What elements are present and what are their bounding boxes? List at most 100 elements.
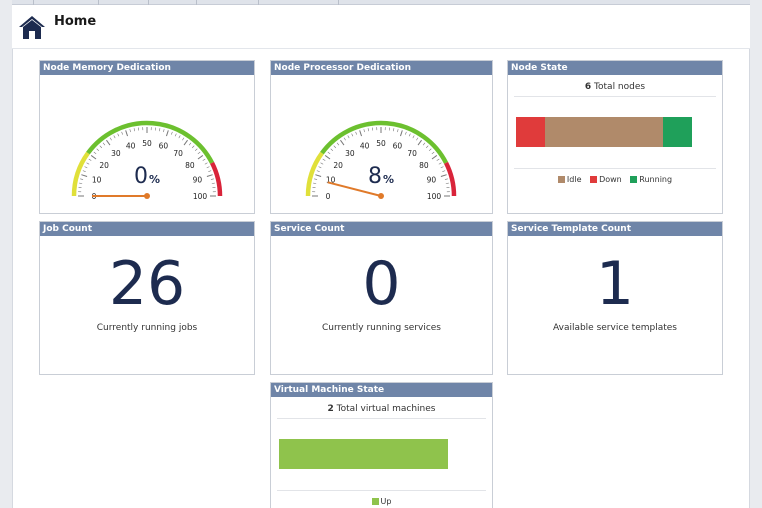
gauge-tick [444, 178, 448, 180]
gauge-tick-label: 60 [393, 142, 403, 151]
gauge-value: 8% [368, 164, 394, 189]
gauge-tick [431, 151, 435, 155]
node-total-label: Total nodes [591, 82, 646, 92]
service-count-panel[interactable]: Service Count 0 Currently running servic… [270, 221, 493, 375]
gauge-tick [412, 135, 415, 139]
gauge-tick-label: 90 [193, 176, 203, 185]
gauge-tick-label: 20 [333, 161, 343, 170]
gauge-tick [109, 137, 112, 141]
gauge-tick-label: 60 [159, 142, 169, 151]
node-state-panel: Node State 6 Total nodes Idle Down Runni… [507, 60, 723, 214]
legend-item-idle: Idle [557, 175, 582, 184]
panel-title: Service Count [271, 222, 492, 236]
legend-label: Down [599, 175, 622, 184]
bar-segment-running[interactable] [662, 117, 692, 147]
memory-dedication-panel: Node Memory Dedication 01020304050607080… [39, 60, 255, 214]
gauge-tick-label: 30 [111, 149, 121, 158]
gauge-band-low [305, 151, 324, 197]
gauge-tick [399, 130, 403, 137]
vm-total-label: Total virtual machines [333, 404, 436, 414]
legend-label: Running [639, 175, 673, 184]
gauge-tick [182, 137, 185, 141]
gauge-tick [333, 145, 337, 149]
gauge-tick [431, 155, 438, 160]
gauge-tick [178, 135, 181, 139]
service-template-count-panel[interactable]: Service Template Count 1 Available servi… [507, 221, 723, 375]
vm-state-bar [279, 439, 448, 469]
legend-label: Up [380, 497, 392, 506]
node-state-legend: Idle Down Running [514, 168, 716, 184]
gauge-tick [425, 145, 429, 149]
gauge-tick [327, 151, 331, 155]
gauge-tick [159, 128, 161, 132]
gauge-tick [93, 151, 97, 155]
vm-total: 2 Total virtual machines [277, 404, 486, 419]
job-count-value: 26 [108, 249, 186, 319]
gauge-tick [393, 128, 395, 132]
node-state-bar [516, 117, 692, 147]
gauge-tick [174, 133, 177, 137]
gauge-tick [405, 131, 407, 135]
gauge-tick [208, 170, 212, 172]
gauge-tick [121, 131, 123, 135]
gauge-tick [106, 139, 111, 146]
gauge-tick [163, 129, 165, 133]
gauge-tick [80, 178, 84, 180]
gauge-tick [171, 131, 173, 135]
gauge-tick [417, 139, 422, 146]
gauge-tick [204, 162, 208, 165]
panel-title: Node State [508, 61, 722, 75]
gauge-tick [113, 135, 116, 139]
gauge-tick [445, 182, 449, 184]
gauge-tick [440, 174, 447, 178]
gauge-tick [336, 142, 340, 146]
gauge-tick [324, 155, 331, 160]
legend-swatch [557, 176, 565, 183]
gauge-band-high [210, 161, 223, 197]
processor-gauge: 010203040 50 607080901008% [305, 120, 457, 201]
job-count-panel[interactable]: Job Count 26 Currently running jobs [39, 221, 255, 375]
gauge-tick [442, 170, 446, 172]
service-count-value: 0 [362, 249, 401, 319]
gauge-tick [436, 158, 440, 161]
bar-segment-up[interactable] [279, 439, 448, 469]
gauge-tick [88, 158, 92, 161]
gauge-tick [351, 133, 354, 137]
gauge-tick [359, 130, 363, 137]
memory-gauge: 01020304050607080901000% [71, 120, 223, 201]
gauge-tick [96, 148, 100, 152]
home-icon[interactable] [18, 13, 46, 41]
gauge-tick [347, 135, 350, 139]
gauge-band-high [444, 161, 457, 197]
legend-swatch [371, 498, 379, 505]
gauge-tick [316, 170, 320, 172]
gauge-tick [408, 133, 411, 137]
gauge-tick [86, 162, 90, 165]
gauge-tick [125, 130, 129, 137]
vm-state-panel: Virtual Machine State 2 Total virtual ma… [270, 382, 493, 508]
gauge-tick-label: 70 [173, 149, 183, 158]
gauge-tick [81, 174, 88, 178]
gauge-tick [330, 148, 334, 152]
gauge-tick [363, 129, 365, 133]
service-template-count-caption: Available service templates [552, 323, 677, 333]
gauge-tick [90, 155, 97, 160]
bar-segment-down[interactable] [516, 117, 546, 147]
gauge-tick [343, 137, 346, 141]
gauge-band-low [71, 151, 90, 197]
gauge-tick [367, 128, 369, 132]
gauge-tick [194, 148, 198, 152]
gauge-tick [84, 166, 88, 169]
processor-dedication-panel: Node Processor Dedication 0 10 20 30 40 50 60 7… [270, 60, 493, 214]
service-template-count-value: 1 [595, 249, 635, 319]
gauge-tick [183, 139, 188, 146]
gauge-tick [82, 170, 86, 172]
panel-title: Node Processor Dedication [271, 61, 492, 75]
gauge-tick [320, 162, 324, 165]
gauge-tick [313, 182, 317, 184]
gauge-tick-label: 0 [326, 192, 331, 201]
legend-swatch [590, 176, 598, 183]
bar-segment-idle[interactable] [545, 117, 663, 147]
gauge-tick [428, 148, 432, 152]
gauge-tick [340, 139, 345, 146]
